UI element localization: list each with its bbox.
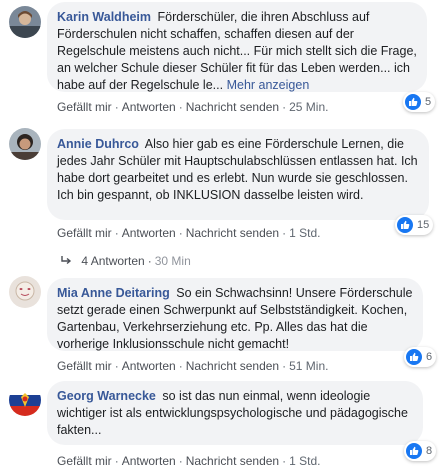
comment-author[interactable]: Georg Warnecke xyxy=(57,389,156,403)
like-count: 5 xyxy=(425,96,432,108)
like-button[interactable]: Gefällt mir xyxy=(57,359,112,373)
comment-author[interactable]: Mia Anne Deitaring xyxy=(57,286,170,300)
avatar[interactable] xyxy=(9,6,41,38)
comment-timestamp[interactable]: 1 Std. xyxy=(289,226,320,240)
comment-bubble: Karin Waldheim Förderschüler, die ihren … xyxy=(47,2,427,92)
avatar[interactable] xyxy=(9,128,41,160)
avatar[interactable] xyxy=(9,276,41,308)
comment-actions: Gefällt mir · Antworten · Nachricht senden · 5… xyxy=(57,359,329,373)
like-button[interactable]: Gefällt mir xyxy=(57,226,112,240)
reply-button[interactable]: Antworten xyxy=(122,454,176,468)
send-message-button[interactable]: Nachricht senden xyxy=(186,226,279,240)
comment-author[interactable]: Karin Waldheim xyxy=(57,10,151,24)
like-button[interactable]: Gefällt mir xyxy=(57,100,112,114)
comment-author[interactable]: Annie Duhrco xyxy=(57,137,139,151)
view-replies-link[interactable]: 4 Antworten · 30 Min xyxy=(60,254,191,268)
like-count: 8 xyxy=(426,445,433,457)
comment-actions: Gefällt mir · Antworten · Nachricht senden · 2… xyxy=(57,100,329,114)
thumbs-up-icon xyxy=(397,217,413,233)
reply-button[interactable]: Antworten xyxy=(122,100,176,114)
reply-button[interactable]: Antworten xyxy=(122,359,176,373)
comment-actions: Gefällt mir · Antworten · Nachricht senden · 1… xyxy=(57,454,321,468)
send-message-button[interactable]: Nachricht senden xyxy=(186,359,279,373)
reply-arrow-icon xyxy=(60,254,75,268)
replies-timestamp: 30 Min xyxy=(154,254,191,268)
show-more-link[interactable]: Mehr anzeigen xyxy=(227,78,310,92)
comment-bubble: Annie Duhrco Also hier gab es eine Förde… xyxy=(47,129,429,220)
comment-actions: Gefällt mir · Antworten · Nachricht senden · 1… xyxy=(57,226,321,240)
thumbs-up-icon xyxy=(406,443,422,459)
comment-timestamp[interactable]: 1 Std. xyxy=(289,454,320,468)
send-message-button[interactable]: Nachricht senden xyxy=(186,454,279,468)
like-count: 15 xyxy=(417,219,430,231)
send-message-button[interactable]: Nachricht senden xyxy=(186,100,279,114)
reaction-count[interactable]: 6 xyxy=(404,347,437,367)
thumbs-up-icon xyxy=(406,349,422,365)
reaction-count[interactable]: 15 xyxy=(395,215,434,235)
comment-bubble: Mia Anne Deitaring So ein Schwachsinn! U… xyxy=(47,278,423,351)
comment-timestamp[interactable]: 51 Min. xyxy=(289,359,328,373)
reply-button[interactable]: Antworten xyxy=(122,226,176,240)
like-button[interactable]: Gefällt mir xyxy=(57,454,112,468)
like-count: 6 xyxy=(426,351,433,363)
comment-bubble: Georg Warnecke so ist das nun einmal, we… xyxy=(47,381,423,445)
reaction-count[interactable]: 8 xyxy=(404,441,437,461)
replies-count[interactable]: 4 Antworten xyxy=(81,254,144,268)
comment-timestamp[interactable]: 25 Min. xyxy=(289,100,328,114)
thumbs-up-icon xyxy=(405,94,421,110)
avatar[interactable] xyxy=(9,384,41,416)
reaction-count[interactable]: 5 xyxy=(403,92,436,112)
